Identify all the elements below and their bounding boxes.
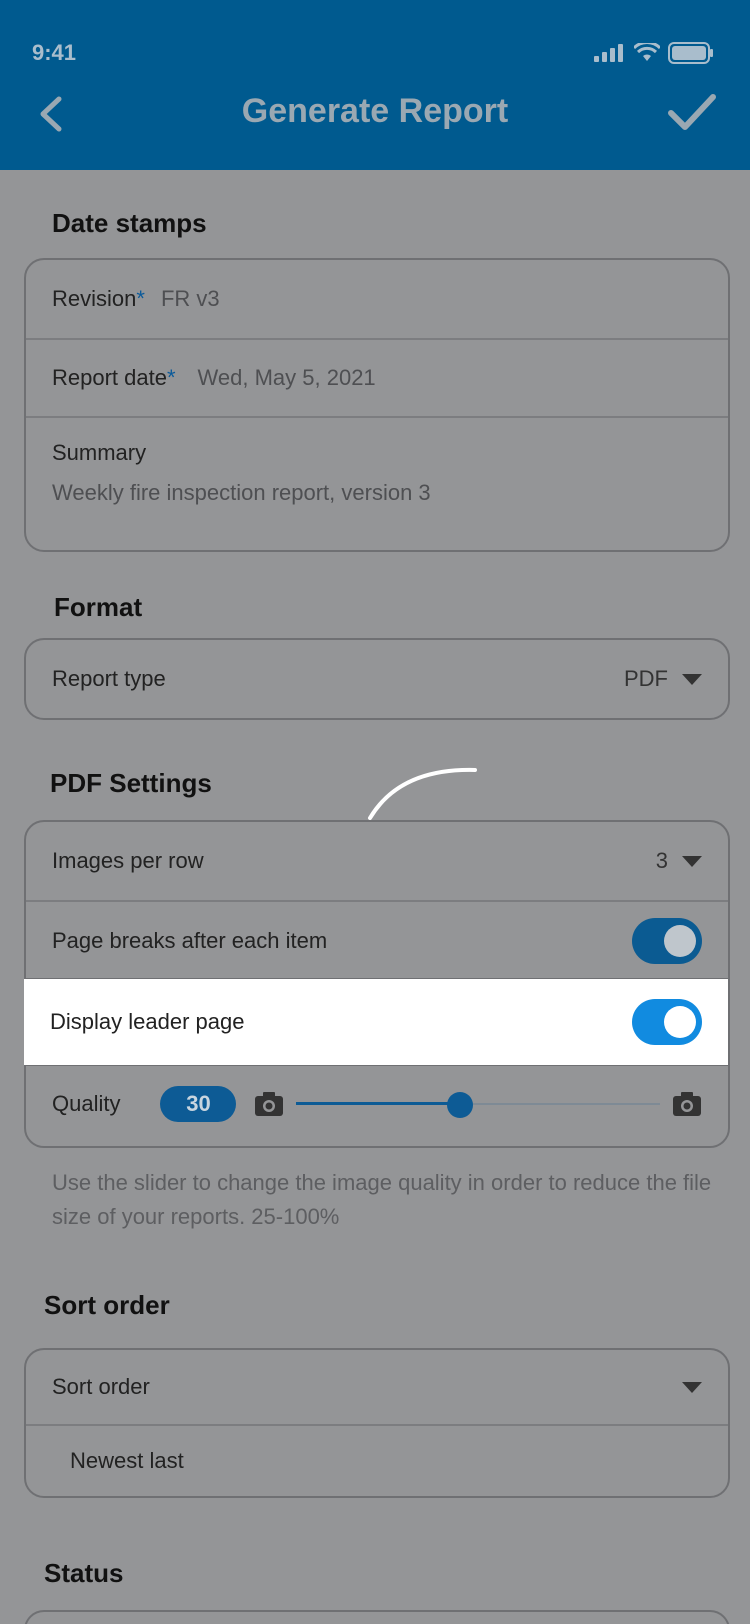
quality-slider[interactable] [296,1091,660,1118]
sort-order-select[interactable] [682,1381,702,1393]
images-per-row-dropdown[interactable]: Images per row 3 [26,822,728,900]
page-breaks-label: Page breaks after each item [52,928,328,953]
report-type-dropdown[interactable]: Report type PDF [26,640,728,718]
sort-order-value: Newest last [70,1448,184,1473]
section-title-sort-order: Sort order [44,1290,170,1320]
chevron-down-icon [682,855,702,867]
quality-help-text: Use the slider to change the image quali… [52,1170,712,1229]
toggle-knob [664,1006,696,1038]
signal-icon [594,44,623,62]
chevron-down-icon [682,1381,702,1393]
summary-value: Weekly fire inspection report, version 3 [52,480,431,505]
summary-field[interactable]: Summary Weekly fire inspection report, v… [26,416,728,550]
date-stamps-card: Revision* FR v3 Report date* Wed, May 5,… [24,258,730,552]
camera-icon [673,1092,701,1116]
quality-value-badge: 30 [160,1086,237,1122]
revision-field[interactable]: Revision* FR v3 [26,260,728,338]
status-icons [594,42,714,64]
sort-order-label: Sort order [52,1374,150,1399]
page-breaks-row: Page breaks after each item [26,900,728,980]
report-type-value: PDF [624,666,668,691]
sort-order-dropdown[interactable]: Sort order [26,1350,728,1424]
section-title-status: Status [44,1558,124,1588]
section-title-pdf-settings: PDF Settings [50,768,212,798]
sort-order-option[interactable]: Newest last [26,1424,728,1496]
confirm-button[interactable] [664,88,720,138]
leader-page-label: Display leader page [50,1009,245,1034]
battery-icon [668,42,713,64]
section-title-date-stamps: Date stamps [52,208,207,238]
slider-thumb[interactable] [447,1092,474,1118]
checkmark-icon [668,94,716,130]
report-date-value: Wed, May 5, 2021 [197,365,376,390]
slider-fill [296,1102,461,1105]
status-time: 9:41 [32,40,77,65]
images-per-row-select[interactable]: 3 [656,848,702,874]
required-mark: * [136,286,145,311]
section-title-format: Format [54,592,143,622]
wifi-icon [634,43,660,61]
camera-icon [255,1092,284,1116]
images-per-row-value: 3 [655,848,668,873]
generate-report-screen: 9:41 Generate Report Date stamps Revisio… [0,0,750,1624]
display-leader-page-row: Display leader page [24,978,728,1066]
quality-label: Quality [52,1091,121,1116]
revision-value: FR v3 [160,286,220,311]
report-date-field[interactable]: Report date* Wed, May 5, 2021 [26,338,728,416]
gesture-arc [368,767,477,820]
required-mark: * [166,365,176,390]
images-per-row-label: Images per row [52,848,204,873]
page-breaks-toggle[interactable] [632,918,702,964]
toggle-knob [664,925,696,957]
report-type-label: Report type [52,666,166,691]
chevron-down-icon [682,673,702,685]
format-card: Report type PDF [24,638,730,720]
page-title: Generate Report [241,92,509,130]
status-card [24,1610,730,1624]
app-header: 9:41 Generate Report [0,0,750,170]
quality-row: Quality 30 [26,1064,728,1144]
revision-label: Revision* [52,286,145,311]
report-type-select[interactable]: PDF [624,666,702,692]
summary-label: Summary [52,440,147,465]
leader-page-toggle[interactable] [632,999,702,1045]
sort-order-card: Sort order Newest last [24,1348,730,1498]
report-date-label: Report date* [52,365,176,390]
